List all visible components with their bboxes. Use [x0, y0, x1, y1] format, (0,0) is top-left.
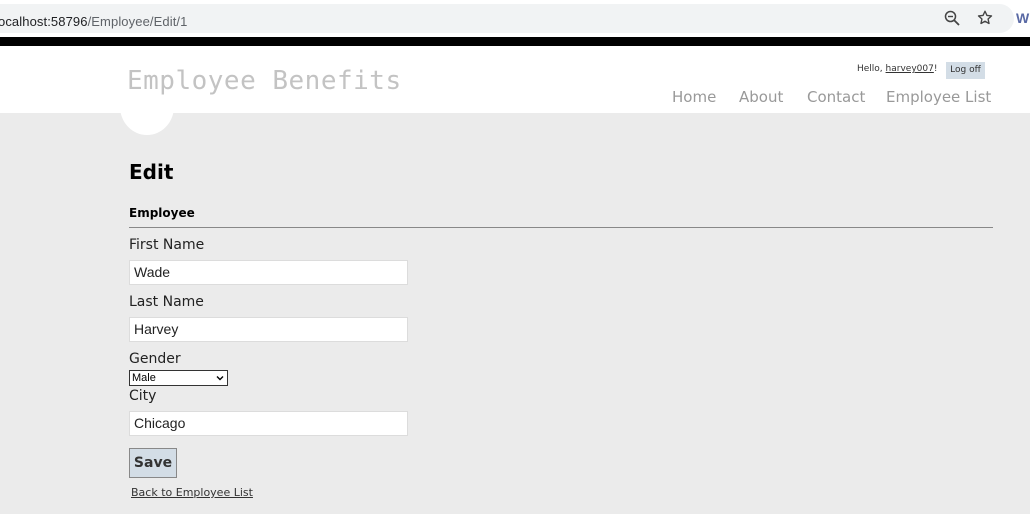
address-bar[interactable]: localhost:58796/Employee/Edit/1: [0, 4, 1014, 33]
gender-selected-value: Male: [132, 372, 156, 384]
section-divider: [129, 227, 993, 228]
url-text[interactable]: localhost:58796/Employee/Edit/1: [0, 14, 187, 29]
nav-link-contact[interactable]: Contact: [807, 88, 865, 106]
extension-icon[interactable]: W: [1016, 10, 1029, 26]
gender-label: Gender: [129, 351, 181, 367]
city-label: City: [129, 388, 157, 404]
bookmark-star-icon[interactable]: [976, 9, 994, 27]
log-off-button[interactable]: Log off: [946, 62, 985, 79]
first-name-input[interactable]: Wade: [129, 260, 408, 285]
nav-link-home[interactable]: Home: [672, 88, 716, 106]
login-greeting: Hello, harvey007!: [857, 64, 937, 74]
site-title[interactable]: Employee Benefits: [127, 66, 402, 96]
page-title: Edit: [129, 160, 174, 184]
zoom-out-icon[interactable]: [944, 10, 960, 26]
first-name-label: First Name: [129, 237, 205, 253]
greeting-suffix: !: [933, 64, 938, 74]
top-strip: [0, 37, 1030, 46]
last-name-label: Last Name: [129, 294, 204, 310]
save-button[interactable]: Save: [129, 448, 177, 478]
url-host: localhost:58796: [0, 14, 88, 29]
chevron-down-icon: [216, 376, 224, 381]
last-name-input[interactable]: Harvey: [129, 317, 408, 342]
url-path: /Employee/Edit/1: [87, 14, 188, 29]
section-heading: Employee: [129, 206, 195, 220]
gender-select[interactable]: Male: [129, 370, 228, 386]
nav-link-employee-list[interactable]: Employee List: [886, 88, 991, 106]
username-link[interactable]: harvey007: [886, 64, 934, 74]
nav-link-about[interactable]: About: [739, 88, 783, 106]
city-input[interactable]: Chicago: [129, 411, 408, 436]
browser-toolbar: localhost:58796/Employee/Edit/1 W: [0, 0, 1030, 37]
back-to-employee-list-link[interactable]: Back to Employee List: [131, 486, 253, 499]
greeting-prefix: Hello,: [857, 64, 886, 74]
